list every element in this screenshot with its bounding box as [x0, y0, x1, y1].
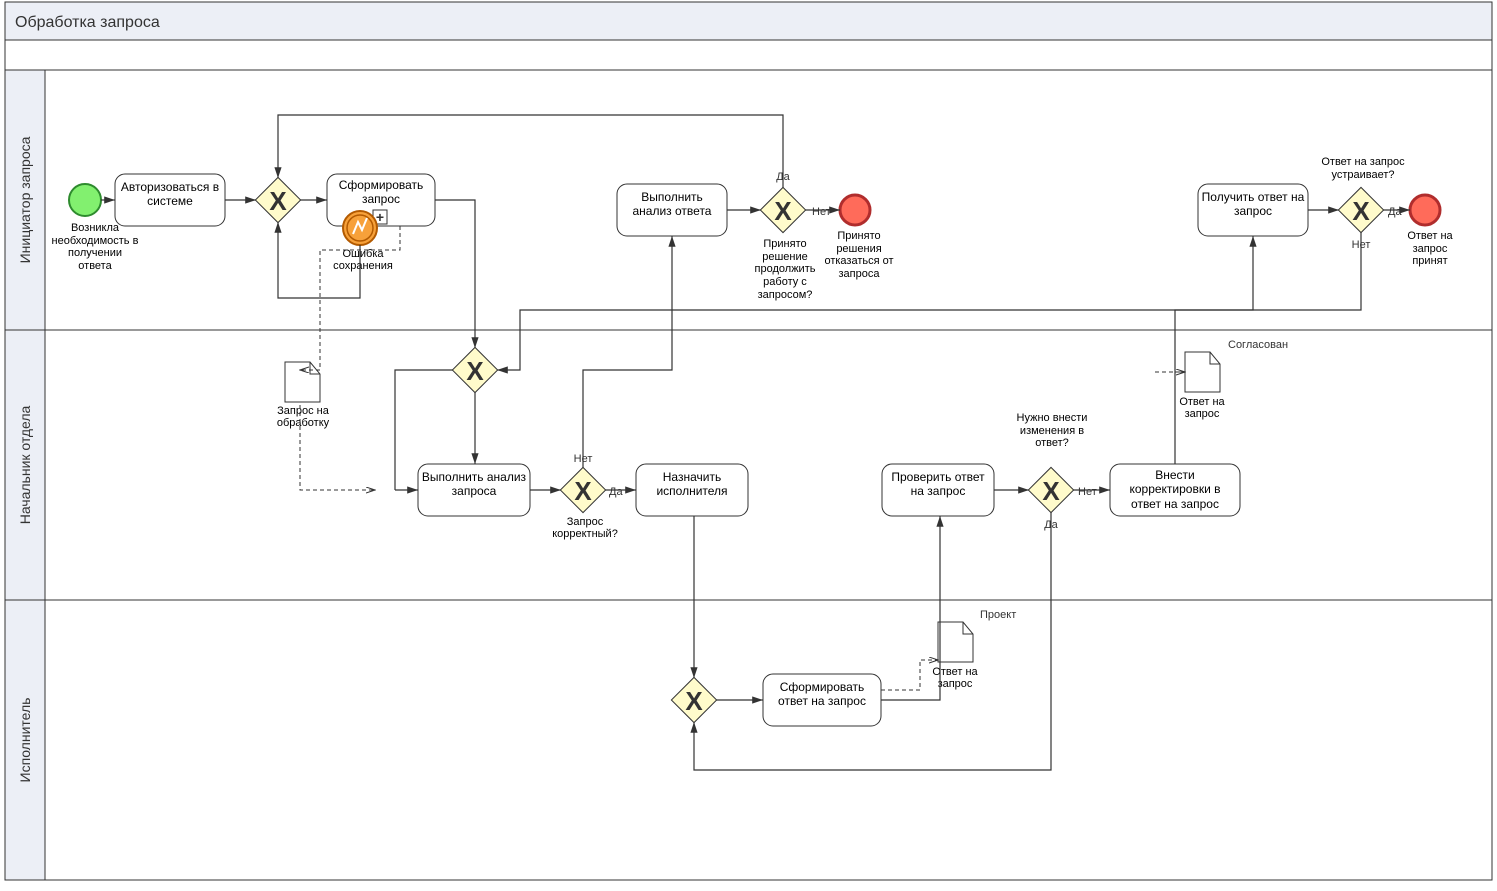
label-approved: Согласован	[1228, 339, 1288, 351]
svg-text:X: X	[269, 186, 287, 216]
start-event-label: Возникла необходимость в получении ответ…	[50, 222, 140, 282]
label-project: Проект	[980, 609, 1016, 621]
pool-header	[5, 2, 1492, 40]
label-no-1: Нет	[812, 206, 831, 218]
bpmn-diagram: Обработка запроса Инициатор запроса Нача…	[0, 0, 1497, 891]
lane-label-head: Начальник отдела	[17, 406, 33, 525]
label-no-4: Нет	[1078, 486, 1097, 498]
lane-body-executor	[45, 600, 1492, 880]
lane-label-executor: Исполнитель	[17, 698, 33, 783]
svg-text:X: X	[685, 686, 703, 716]
svg-text:X: X	[466, 356, 484, 386]
lane-label-initiator: Инициатор запроса	[17, 136, 33, 263]
start-event	[69, 184, 101, 216]
pool-title: Обработка запроса	[15, 14, 160, 31]
label-yes-3: Да	[609, 486, 623, 498]
svg-text:X: X	[774, 196, 792, 226]
lane-body-head	[45, 330, 1492, 600]
svg-text:X: X	[1042, 476, 1060, 506]
pool-spacer	[5, 40, 1492, 70]
label-yes-2: Да	[1388, 206, 1402, 218]
data-object-answer-project	[938, 622, 973, 662]
end-event-accepted	[1410, 195, 1440, 225]
data-object-request	[285, 362, 320, 402]
data-object-answer-approved	[1185, 352, 1220, 392]
svg-text:X: X	[574, 476, 592, 506]
svg-text:X: X	[1352, 196, 1370, 226]
end-event-abandon	[840, 195, 870, 225]
